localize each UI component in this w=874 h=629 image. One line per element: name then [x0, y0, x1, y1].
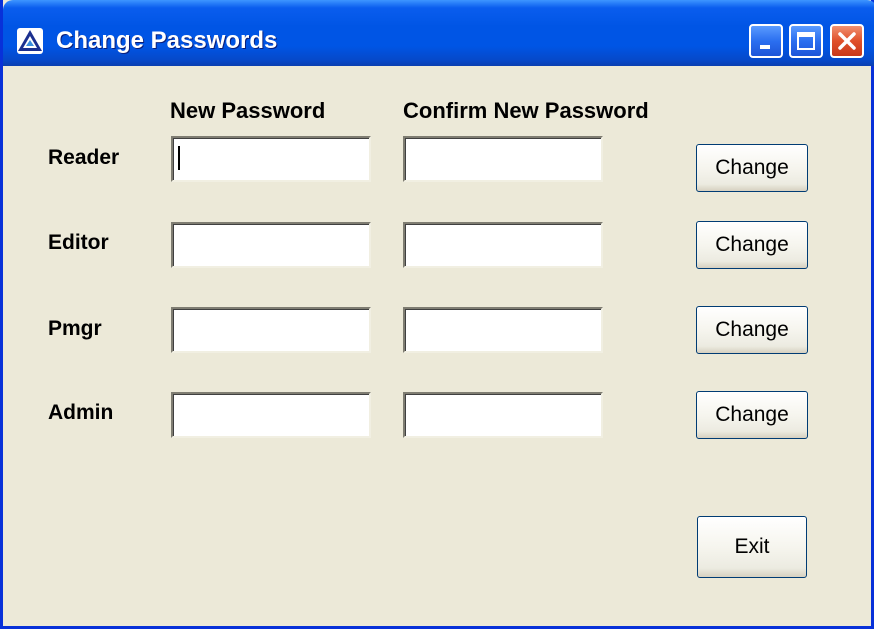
app-icon [16, 27, 44, 55]
maximize-button[interactable] [789, 24, 823, 58]
exit-button[interactable]: Exit [697, 516, 807, 578]
admin-change-button[interactable]: Change [696, 391, 808, 439]
row-label-pmgr: Pmgr [48, 317, 102, 340]
editor-confirm-password-input[interactable] [405, 224, 601, 266]
row-label-editor: Editor [48, 231, 109, 254]
change-passwords-window: Change Passwords New Password Confirm Ne… [0, 0, 874, 629]
editor-change-button[interactable]: Change [696, 221, 808, 269]
reader-confirm-password-input[interactable] [405, 138, 601, 180]
admin-confirm-password-input[interactable] [405, 394, 601, 436]
pmgr-new-password-field[interactable] [171, 307, 371, 353]
row-label-admin: Admin [48, 401, 114, 424]
reader-confirm-password-field[interactable] [403, 136, 603, 182]
confirm-new-password-header: Confirm New Password [403, 98, 649, 123]
reader-change-button[interactable]: Change [696, 144, 808, 192]
admin-new-password-field[interactable] [171, 392, 371, 438]
editor-new-password-input[interactable] [173, 224, 369, 266]
new-password-header: New Password [170, 98, 326, 123]
admin-confirm-password-field[interactable] [403, 392, 603, 438]
pmgr-confirm-password-input[interactable] [405, 309, 601, 351]
close-button[interactable] [830, 24, 864, 58]
text-caret [178, 146, 180, 170]
reader-new-password-input[interactable] [173, 138, 369, 180]
title-bar[interactable]: Change Passwords [3, 0, 874, 66]
row-label-reader: Reader [48, 146, 120, 169]
pmgr-confirm-password-field[interactable] [403, 307, 603, 353]
pmgr-change-button[interactable]: Change [696, 306, 808, 354]
window-title: Change Passwords [56, 27, 278, 54]
admin-new-password-input[interactable] [173, 394, 369, 436]
editor-confirm-password-field[interactable] [403, 222, 603, 268]
minimize-button[interactable] [749, 24, 783, 58]
editor-new-password-field[interactable] [171, 222, 371, 268]
reader-new-password-field[interactable] [171, 136, 371, 182]
pmgr-new-password-input[interactable] [173, 309, 369, 351]
